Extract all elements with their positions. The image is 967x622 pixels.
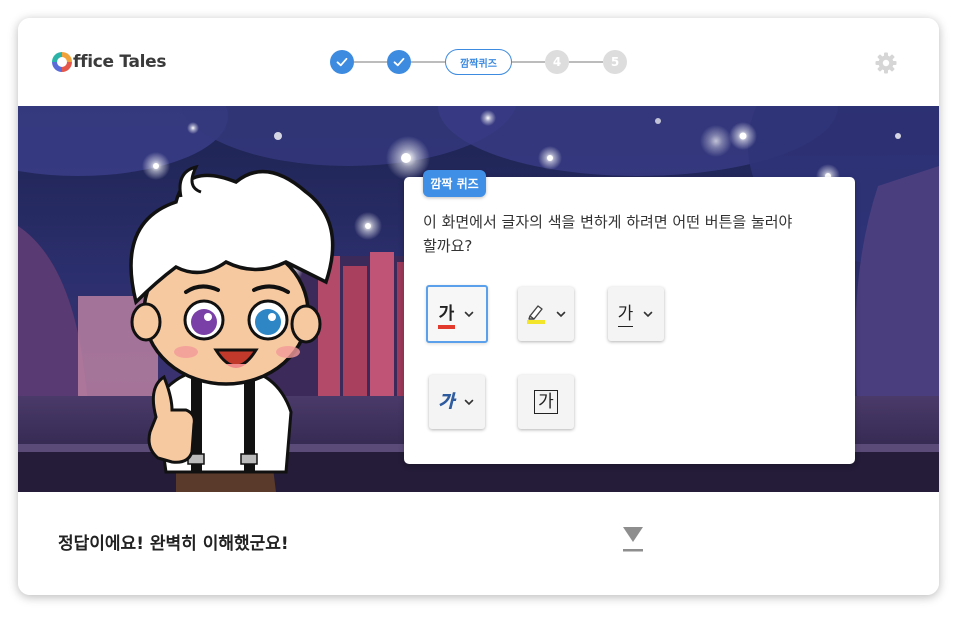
step-connector (411, 61, 445, 63)
font-color-button[interactable]: 가 (426, 285, 488, 343)
step-4[interactable]: 4 (545, 50, 569, 74)
underline-glyph: 가 (617, 304, 634, 324)
check-icon (393, 57, 405, 67)
quiz-question: 이 화면에서 글자의 색을 변하게 하려면 어떤 버튼을 눌러야 할까요? (423, 210, 843, 258)
underline-icon: 가 (617, 304, 634, 327)
character-border-icon: 가 (534, 390, 558, 414)
feedback-bar: 정답이에요! 완벽히 이해했군요! (18, 492, 939, 595)
feedback-message: 정답이에요! 완벽히 이해했군요! (58, 534, 289, 554)
underline-button[interactable]: 가 (608, 287, 664, 341)
font-color-glyph: 가 (438, 304, 455, 324)
lesson-card: ffice Tales 깜짝퀴즈 4 5 깜짝 퀴즈 이 화면에서 글자의 색을… (18, 18, 939, 595)
font-color-icon: 가 (437, 304, 456, 329)
text-effect-button[interactable]: 가 (429, 375, 485, 429)
check-icon (336, 57, 348, 67)
quiz-question-line1: 이 화면에서 글자의 색을 변하게 하려면 어떤 버튼을 눌러야 (423, 213, 793, 231)
quiz-question-line2: 할까요? (423, 237, 473, 255)
story-scene: 깜짝 퀴즈 이 화면에서 글자의 색을 변하게 하려면 어떤 버튼을 눌러야 할… (18, 106, 939, 492)
font-color-swatch (437, 325, 456, 329)
step-connector (512, 61, 545, 63)
step-1-done[interactable] (330, 50, 354, 74)
chevron-down-icon[interactable] (463, 308, 475, 320)
underline-mark (617, 325, 634, 327)
office-tales-o-logo-icon (52, 52, 72, 72)
step-connector (354, 61, 387, 63)
app-logo: ffice Tales (52, 49, 167, 75)
step-connector (569, 61, 603, 63)
logo-text: ffice Tales (73, 52, 167, 72)
chevron-down-icon[interactable] (555, 308, 567, 320)
character-border-button[interactable]: 가 (518, 375, 574, 429)
next-arrow-icon[interactable] (621, 525, 645, 555)
highlight-button[interactable] (518, 287, 574, 341)
chevron-down-icon[interactable] (642, 308, 654, 320)
step-5[interactable]: 5 (603, 50, 627, 74)
quiz-panel: 깜짝 퀴즈 이 화면에서 글자의 색을 변하게 하려면 어떤 버튼을 눌러야 할… (404, 170, 855, 464)
chevron-down-icon[interactable] (463, 396, 475, 408)
step-2-done[interactable] (387, 50, 411, 74)
gear-icon[interactable] (874, 51, 898, 75)
text-effect-icon: 가 (438, 392, 455, 413)
header: ffice Tales 깜짝퀴즈 4 5 (18, 18, 939, 106)
step-3-current[interactable]: 깜짝퀴즈 (445, 49, 512, 75)
quiz-tag: 깜짝 퀴즈 (423, 170, 486, 197)
character-thumbs-up (129, 164, 335, 492)
highlighter-icon (526, 305, 545, 324)
